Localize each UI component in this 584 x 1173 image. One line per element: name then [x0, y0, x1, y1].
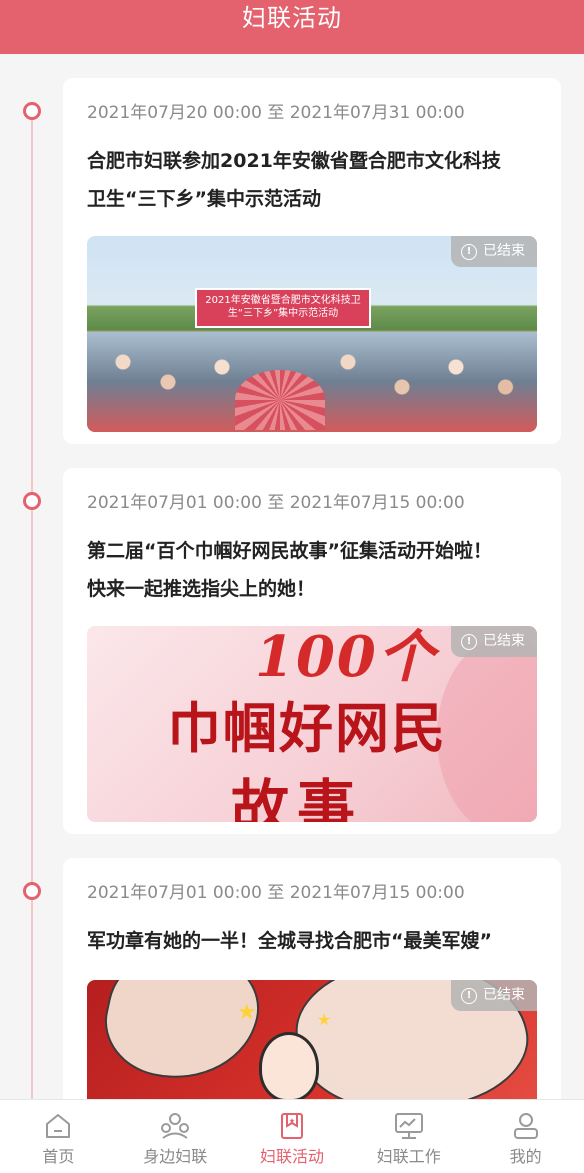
activity-title-line: 卫生“三下乡”集中示范活动 — [87, 188, 321, 210]
tab-label: 我的 — [509, 1147, 542, 1166]
tab-label: 妇联工作 — [376, 1147, 441, 1166]
activity-date: 2021年07月01 00:00 至 2021年07月15 00:00 — [87, 883, 465, 903]
timeline-dot — [23, 492, 41, 510]
tab-mine[interactable]: 我的 — [467, 1100, 584, 1173]
bottom-tab-bar: 首页 身边妇联 ★ 妇联活动 妇联工作 我的 — [0, 1099, 584, 1173]
poster-text: 100个 — [255, 626, 436, 690]
status-text: 已结束 — [483, 243, 525, 259]
activity-list[interactable]: 2021年07月20 00:00 至 2021年07月31 00:00 合肥市妇… — [0, 54, 584, 1099]
activity-title-line: 军功章有她的一半！全城寻找合肥市“最美军嫂” — [87, 930, 492, 952]
activity-date: 2021年07月01 00:00 至 2021年07月15 00:00 — [87, 493, 465, 513]
status-text: 已结束 — [483, 987, 525, 1003]
poster-face — [437, 636, 537, 822]
star-icon: ★ — [317, 1010, 332, 1029]
activity-title-line: 合肥市妇联参加2021年安徽省暨合肥市文化科技 — [87, 150, 501, 172]
status-badge: ! 已结束 — [451, 236, 537, 267]
svg-text:★: ★ — [289, 1117, 295, 1125]
home-icon — [41, 1110, 75, 1142]
hand-illustration — [95, 980, 269, 1095]
activity-image[interactable]: ★ ★ ! 已结束 — [87, 980, 537, 1099]
activity-title-line: 第二届“百个巾帼好网民故事”征集活动开始啦！ — [87, 540, 492, 562]
timeline-dot — [23, 102, 41, 120]
status-badge: ! 已结束 — [451, 626, 537, 657]
poster-text: 故事 — [231, 773, 364, 822]
event-banner: 2021年安徽省暨合肥市文化科技卫生“三下乡”集中示范活动 — [195, 288, 371, 328]
girl-illustration — [259, 1032, 319, 1099]
timeline-dot — [23, 882, 41, 900]
tab-nearby-federation[interactable]: 身边妇联 — [117, 1100, 234, 1173]
activity-card[interactable]: 2021年07月01 00:00 至 2021年07月15 00:00 第二届“… — [63, 468, 561, 834]
monitor-icon — [392, 1110, 426, 1142]
tab-home[interactable]: 首页 — [0, 1100, 117, 1173]
activity-card[interactable]: 2021年07月01 00:00 至 2021年07月15 00:00 军功章有… — [63, 858, 561, 1099]
info-icon: ! — [461, 633, 477, 650]
tab-label: 首页 — [42, 1147, 75, 1166]
flag-icon: ★ — [275, 1110, 309, 1142]
timeline-line — [31, 110, 33, 1099]
star-icon: ★ — [237, 1000, 257, 1025]
activity-image[interactable]: 100个 巾帼好网民 故事 ! 已结束 — [87, 626, 537, 822]
info-icon: ! — [461, 987, 477, 1004]
tab-label: 身边妇联 — [143, 1147, 208, 1166]
user-icon — [509, 1110, 543, 1142]
tab-label: 妇联活动 — [259, 1147, 324, 1166]
activity-card[interactable]: 2021年07月20 00:00 至 2021年07月31 00:00 合肥市妇… — [63, 78, 561, 444]
tab-activities[interactable]: ★ 妇联活动 — [234, 1100, 351, 1173]
status-text: 已结束 — [483, 633, 525, 649]
page-title: 妇联活动 — [242, 4, 342, 32]
people-icon — [158, 1110, 192, 1142]
info-icon: ! — [461, 243, 477, 260]
activity-title-line: 快来一起推选指尖上的她！ — [87, 578, 316, 600]
activity-title: 合肥市妇联参加2021年安徽省暨合肥市文化科技 卫生“三下乡”集中示范活动 — [87, 142, 537, 218]
status-badge: ! 已结束 — [451, 980, 537, 1011]
activity-image[interactable]: 2021年安徽省暨合肥市文化科技卫生“三下乡”集中示范活动 ! 已结束 — [87, 236, 537, 432]
activity-title: 军功章有她的一半！全城寻找合肥市“最美军嫂” — [87, 922, 537, 960]
poster-text: 巾帼好网民 — [167, 696, 447, 760]
tab-federation-work[interactable]: 妇联工作 — [350, 1100, 467, 1173]
activity-title: 第二届“百个巾帼好网民故事”征集活动开始啦！ 快来一起推选指尖上的她！ — [87, 532, 537, 608]
top-header: 妇联活动 — [0, 0, 584, 54]
activity-date: 2021年07月20 00:00 至 2021年07月31 00:00 — [87, 103, 465, 123]
umbrella — [235, 370, 325, 430]
